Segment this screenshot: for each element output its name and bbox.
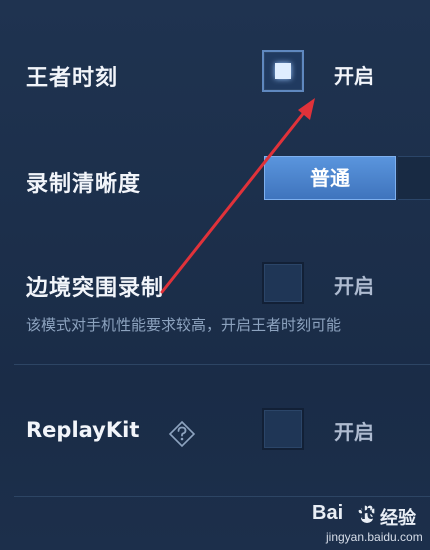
watermark-brand-suffix: du xyxy=(354,502,379,524)
baidu-jingyan-watermark: Bai 经验 jingyan.baidu.com du xyxy=(308,500,430,550)
border-breakout-checkbox[interactable] xyxy=(262,262,304,304)
replaykit-toggle-label[interactable]: 开启 xyxy=(334,416,374,445)
check-mark-icon xyxy=(275,63,291,79)
quality-option-next-button[interactable] xyxy=(398,156,430,200)
border-breakout-label: 边境突围录制 xyxy=(26,276,165,301)
watermark-url: jingyan.baidu.com xyxy=(326,530,423,544)
question-diamond-icon[interactable] xyxy=(168,420,196,448)
replaykit-checkbox[interactable] xyxy=(262,408,304,450)
king-moment-label: 王者时刻 xyxy=(26,66,119,91)
watermark-brand: Bai xyxy=(312,502,344,524)
section-divider-bottom xyxy=(14,496,430,497)
king-moment-checkbox[interactable] xyxy=(262,50,304,92)
section-divider xyxy=(14,364,430,365)
king-moment-toggle-label[interactable]: 开启 xyxy=(334,60,374,89)
quality-option-normal-button[interactable]: 普通 xyxy=(264,156,396,200)
recording-quality-label: 录制清晰度 xyxy=(26,172,142,197)
watermark-cn: 经验 xyxy=(380,508,416,529)
border-breakout-description: 该模式对手机性能要求较高，开启王者时刻可能 xyxy=(26,316,342,334)
border-breakout-toggle-label[interactable]: 开启 xyxy=(334,270,374,299)
replaykit-label: ReplayKit xyxy=(26,418,140,442)
